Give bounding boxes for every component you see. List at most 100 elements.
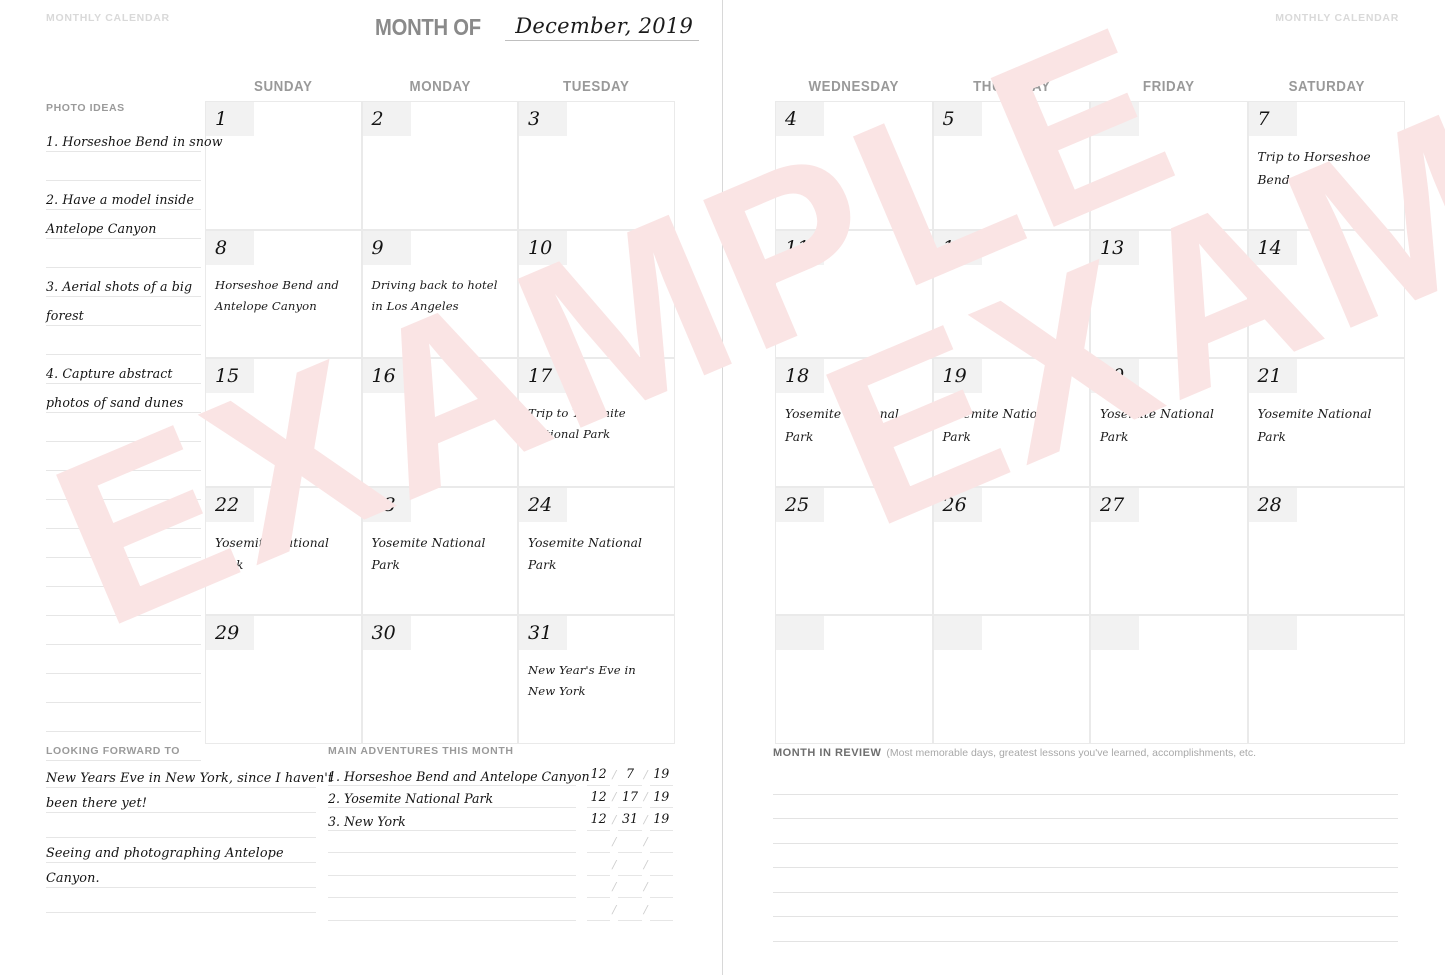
calendar-cell[interactable]: 9 Driving back to hotel in Los Angeles: [361, 229, 518, 358]
calendar-cell[interactable]: [775, 615, 933, 744]
adventure-date-field[interactable]: 12/31/19: [586, 808, 673, 831]
adventure-name-field[interactable]: [328, 898, 576, 921]
day-entry-text[interactable]: Driving back to hotel in Los Angeles: [372, 275, 510, 318]
photo-idea-line[interactable]: [46, 442, 201, 471]
calendar-cell[interactable]: 14: [1247, 229, 1405, 358]
photo-idea-line[interactable]: [46, 616, 201, 645]
looking-forward-line[interactable]: New Years Eve in New York, since I haven…: [46, 763, 333, 788]
month-in-review-line[interactable]: [773, 795, 1398, 819]
photo-idea-line[interactable]: [46, 326, 201, 355]
calendar-cell[interactable]: 1: [205, 101, 362, 230]
calendar-cell[interactable]: 29: [205, 615, 362, 744]
photo-idea-line[interactable]: [46, 674, 201, 703]
adventure-date-year[interactable]: 19: [649, 763, 673, 786]
photo-idea-line[interactable]: [46, 645, 201, 674]
adventure-name-field[interactable]: [328, 876, 576, 898]
adventure-date-field[interactable]: / /: [586, 831, 673, 853]
photo-idea-line[interactable]: [46, 587, 201, 616]
calendar-cell[interactable]: 27: [1090, 486, 1248, 615]
photo-idea-line[interactable]: [46, 152, 201, 181]
day-entry-text[interactable]: Trip to Yosemite National Park: [528, 403, 666, 446]
adventure-date-year[interactable]: [649, 853, 673, 876]
adventure-date-year[interactable]: 19: [649, 808, 673, 831]
adventure-date-day[interactable]: [618, 876, 642, 898]
day-entry-text[interactable]: Horseshoe Bend and Antelope Canyon: [215, 275, 353, 318]
photo-idea-line[interactable]: [46, 471, 201, 500]
photo-idea-line[interactable]: 4. Capture abstract: [46, 355, 201, 384]
calendar-cell[interactable]: 28: [1247, 486, 1405, 615]
adventure-date-month[interactable]: 12: [586, 786, 611, 808]
day-entry-text[interactable]: Trip to Horseshoe Bend: [1258, 146, 1397, 191]
adventure-name-field[interactable]: 2. Yosemite National Park: [328, 786, 576, 808]
calendar-cell[interactable]: 11: [775, 229, 933, 358]
calendar-cell[interactable]: 24 Yosemite National Park: [518, 486, 675, 615]
calendar-cell[interactable]: [1247, 615, 1405, 744]
looking-forward-line[interactable]: been there yet!: [46, 788, 316, 813]
adventure-date-month[interactable]: [586, 876, 611, 898]
photo-idea-line[interactable]: [46, 500, 201, 529]
adventure-date-month[interactable]: [586, 831, 611, 853]
calendar-cell[interactable]: 7 Trip to Horseshoe Bend: [1247, 101, 1405, 230]
adventure-date-day[interactable]: 31: [618, 808, 642, 831]
adventure-name-field[interactable]: [328, 831, 576, 853]
month-in-review-line[interactable]: [773, 844, 1398, 868]
photo-idea-line[interactable]: [46, 558, 201, 587]
day-entry-text[interactable]: Yosemite National Park: [943, 403, 1082, 448]
month-in-review-line[interactable]: [773, 770, 1398, 795]
adventure-name-field[interactable]: 1. Horseshoe Bend and Antelope Canyon: [328, 763, 590, 786]
calendar-cell[interactable]: 20 Yosemite National Park: [1090, 358, 1248, 487]
calendar-cell[interactable]: 30: [361, 615, 518, 744]
calendar-cell[interactable]: 22 Yosemite National Park: [205, 486, 362, 615]
photo-idea-line[interactable]: [46, 413, 201, 442]
adventure-date-year[interactable]: 19: [649, 786, 673, 808]
calendar-cell[interactable]: 2: [361, 101, 518, 230]
adventure-date-day[interactable]: [618, 853, 642, 876]
day-entry-text[interactable]: Yosemite National Park: [785, 403, 924, 448]
calendar-cell[interactable]: 21 Yosemite National Park: [1247, 358, 1405, 487]
adventure-date-field[interactable]: 12/7/19: [586, 763, 673, 786]
looking-forward-line[interactable]: [46, 888, 316, 913]
day-entry-text[interactable]: New Year's Eve in New York: [528, 660, 666, 703]
calendar-cell[interactable]: 19 Yosemite National Park: [932, 358, 1090, 487]
adventure-date-year[interactable]: [649, 898, 673, 921]
month-in-review-line[interactable]: [773, 868, 1398, 893]
calendar-cell[interactable]: 6: [1090, 101, 1248, 230]
adventure-name-field[interactable]: 3. New York: [328, 808, 576, 831]
adventure-date-day[interactable]: [618, 898, 642, 921]
adventure-date-year[interactable]: [649, 876, 673, 898]
month-in-review-line[interactable]: [773, 819, 1398, 844]
calendar-cell[interactable]: 16: [361, 358, 518, 487]
calendar-cell[interactable]: 25: [775, 486, 933, 615]
photo-idea-line[interactable]: 1. Horseshoe Bend in snow: [46, 123, 222, 152]
calendar-cell[interactable]: 10: [518, 229, 675, 358]
calendar-cell[interactable]: 8 Horseshoe Bend and Antelope Canyon: [205, 229, 362, 358]
photo-idea-line[interactable]: Antelope Canyon: [46, 210, 201, 239]
day-entry-text[interactable]: Yosemite National Park: [1258, 403, 1397, 448]
photo-idea-line[interactable]: photos of sand dunes: [46, 384, 201, 413]
month-in-review-line[interactable]: [773, 917, 1398, 942]
calendar-cell[interactable]: [932, 615, 1090, 744]
day-entry-text[interactable]: Yosemite National Park: [372, 532, 510, 577]
adventure-date-year[interactable]: [649, 831, 673, 853]
photo-idea-line[interactable]: 2. Have a model inside: [46, 181, 201, 210]
calendar-cell[interactable]: 17 Trip to Yosemite National Park: [518, 358, 675, 487]
calendar-cell[interactable]: 31 New Year's Eve in New York: [518, 615, 675, 744]
adventure-date-month[interactable]: 12: [586, 808, 611, 831]
calendar-cell[interactable]: 5: [932, 101, 1090, 230]
adventure-date-field[interactable]: / /: [586, 853, 673, 876]
photo-idea-line[interactable]: [46, 529, 201, 558]
adventure-date-field[interactable]: / /: [586, 876, 673, 898]
adventure-date-month[interactable]: 12: [586, 763, 611, 786]
adventure-date-day[interactable]: 17: [618, 786, 642, 808]
looking-forward-line[interactable]: [46, 813, 316, 838]
calendar-cell[interactable]: 18 Yosemite National Park: [775, 358, 933, 487]
calendar-cell[interactable]: 4: [775, 101, 933, 230]
calendar-cell[interactable]: 15: [205, 358, 362, 487]
looking-forward-line[interactable]: Seeing and photographing Antelope: [46, 838, 316, 863]
adventure-date-day[interactable]: [618, 831, 642, 853]
photo-idea-line[interactable]: forest: [46, 297, 201, 326]
month-in-review-line[interactable]: [773, 893, 1398, 917]
calendar-cell[interactable]: 12: [932, 229, 1090, 358]
day-entry-text[interactable]: Yosemite National Park: [215, 532, 353, 577]
calendar-cell[interactable]: 13: [1090, 229, 1248, 358]
